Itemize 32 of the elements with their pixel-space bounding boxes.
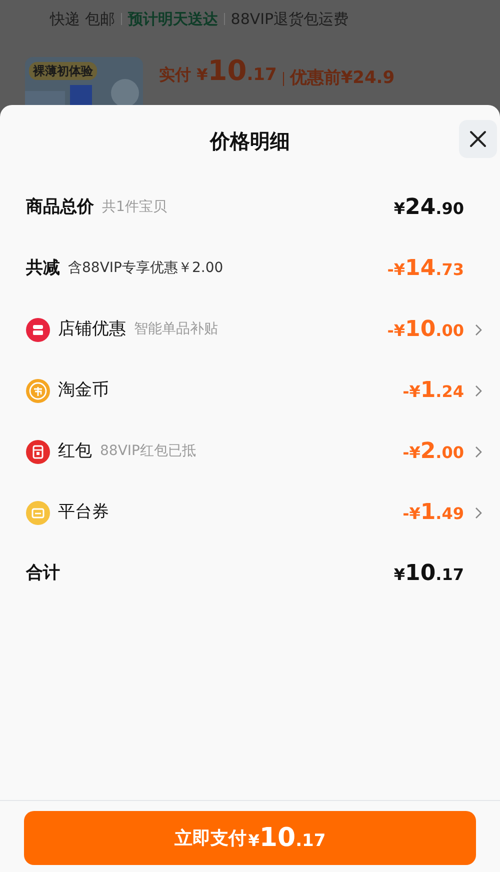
row-amount: ¥24.90 bbox=[394, 194, 464, 222]
close-button[interactable] bbox=[459, 120, 497, 158]
row-amount: -¥10.00 bbox=[387, 316, 464, 344]
product-badge: 裸薄初体验 bbox=[29, 62, 97, 80]
row-amount: -¥2.00 bbox=[402, 438, 464, 466]
shop-icon bbox=[26, 318, 50, 342]
row-note: 88VIP红包已抵 bbox=[100, 442, 196, 461]
shipping-text: 预计明天送达 bbox=[128, 8, 218, 30]
sheet-title: 价格明细 bbox=[210, 128, 290, 155]
row-amount: -¥1.49 bbox=[402, 499, 464, 527]
pay-now-button[interactable]: 立即支付¥10.17 bbox=[24, 811, 476, 865]
row-note: 共1件宝贝 bbox=[102, 198, 167, 217]
row-label: 共减 bbox=[26, 256, 60, 280]
ticket-icon bbox=[26, 500, 50, 524]
row-note: 智能单品补贴 bbox=[134, 320, 218, 339]
row-amount: -¥1.24 bbox=[402, 377, 464, 405]
row-amount: ¥10.17 bbox=[394, 560, 464, 588]
row-amount: -¥14.73 bbox=[387, 255, 464, 283]
close-icon bbox=[469, 130, 487, 148]
row-label: 红包 bbox=[58, 440, 92, 463]
row-label: 淘金币 bbox=[58, 378, 109, 402]
paid-price: 实付 ¥10.17 bbox=[159, 53, 277, 89]
envelope-icon bbox=[26, 440, 50, 464]
shipping-text: 快递 包邮 bbox=[50, 8, 115, 30]
original-price: 优惠前¥24.9 bbox=[290, 66, 395, 90]
row-label: 合计 bbox=[26, 562, 60, 585]
coin-icon bbox=[26, 378, 50, 402]
row-label: 店铺优惠 bbox=[58, 318, 126, 341]
row-label: 商品总价 bbox=[26, 196, 94, 219]
row-note: 含88VIP专享优惠￥2.00 bbox=[68, 259, 224, 278]
shipping-text: 88VIP退货包运费 bbox=[230, 8, 349, 30]
row-label: 平台券 bbox=[58, 500, 109, 524]
